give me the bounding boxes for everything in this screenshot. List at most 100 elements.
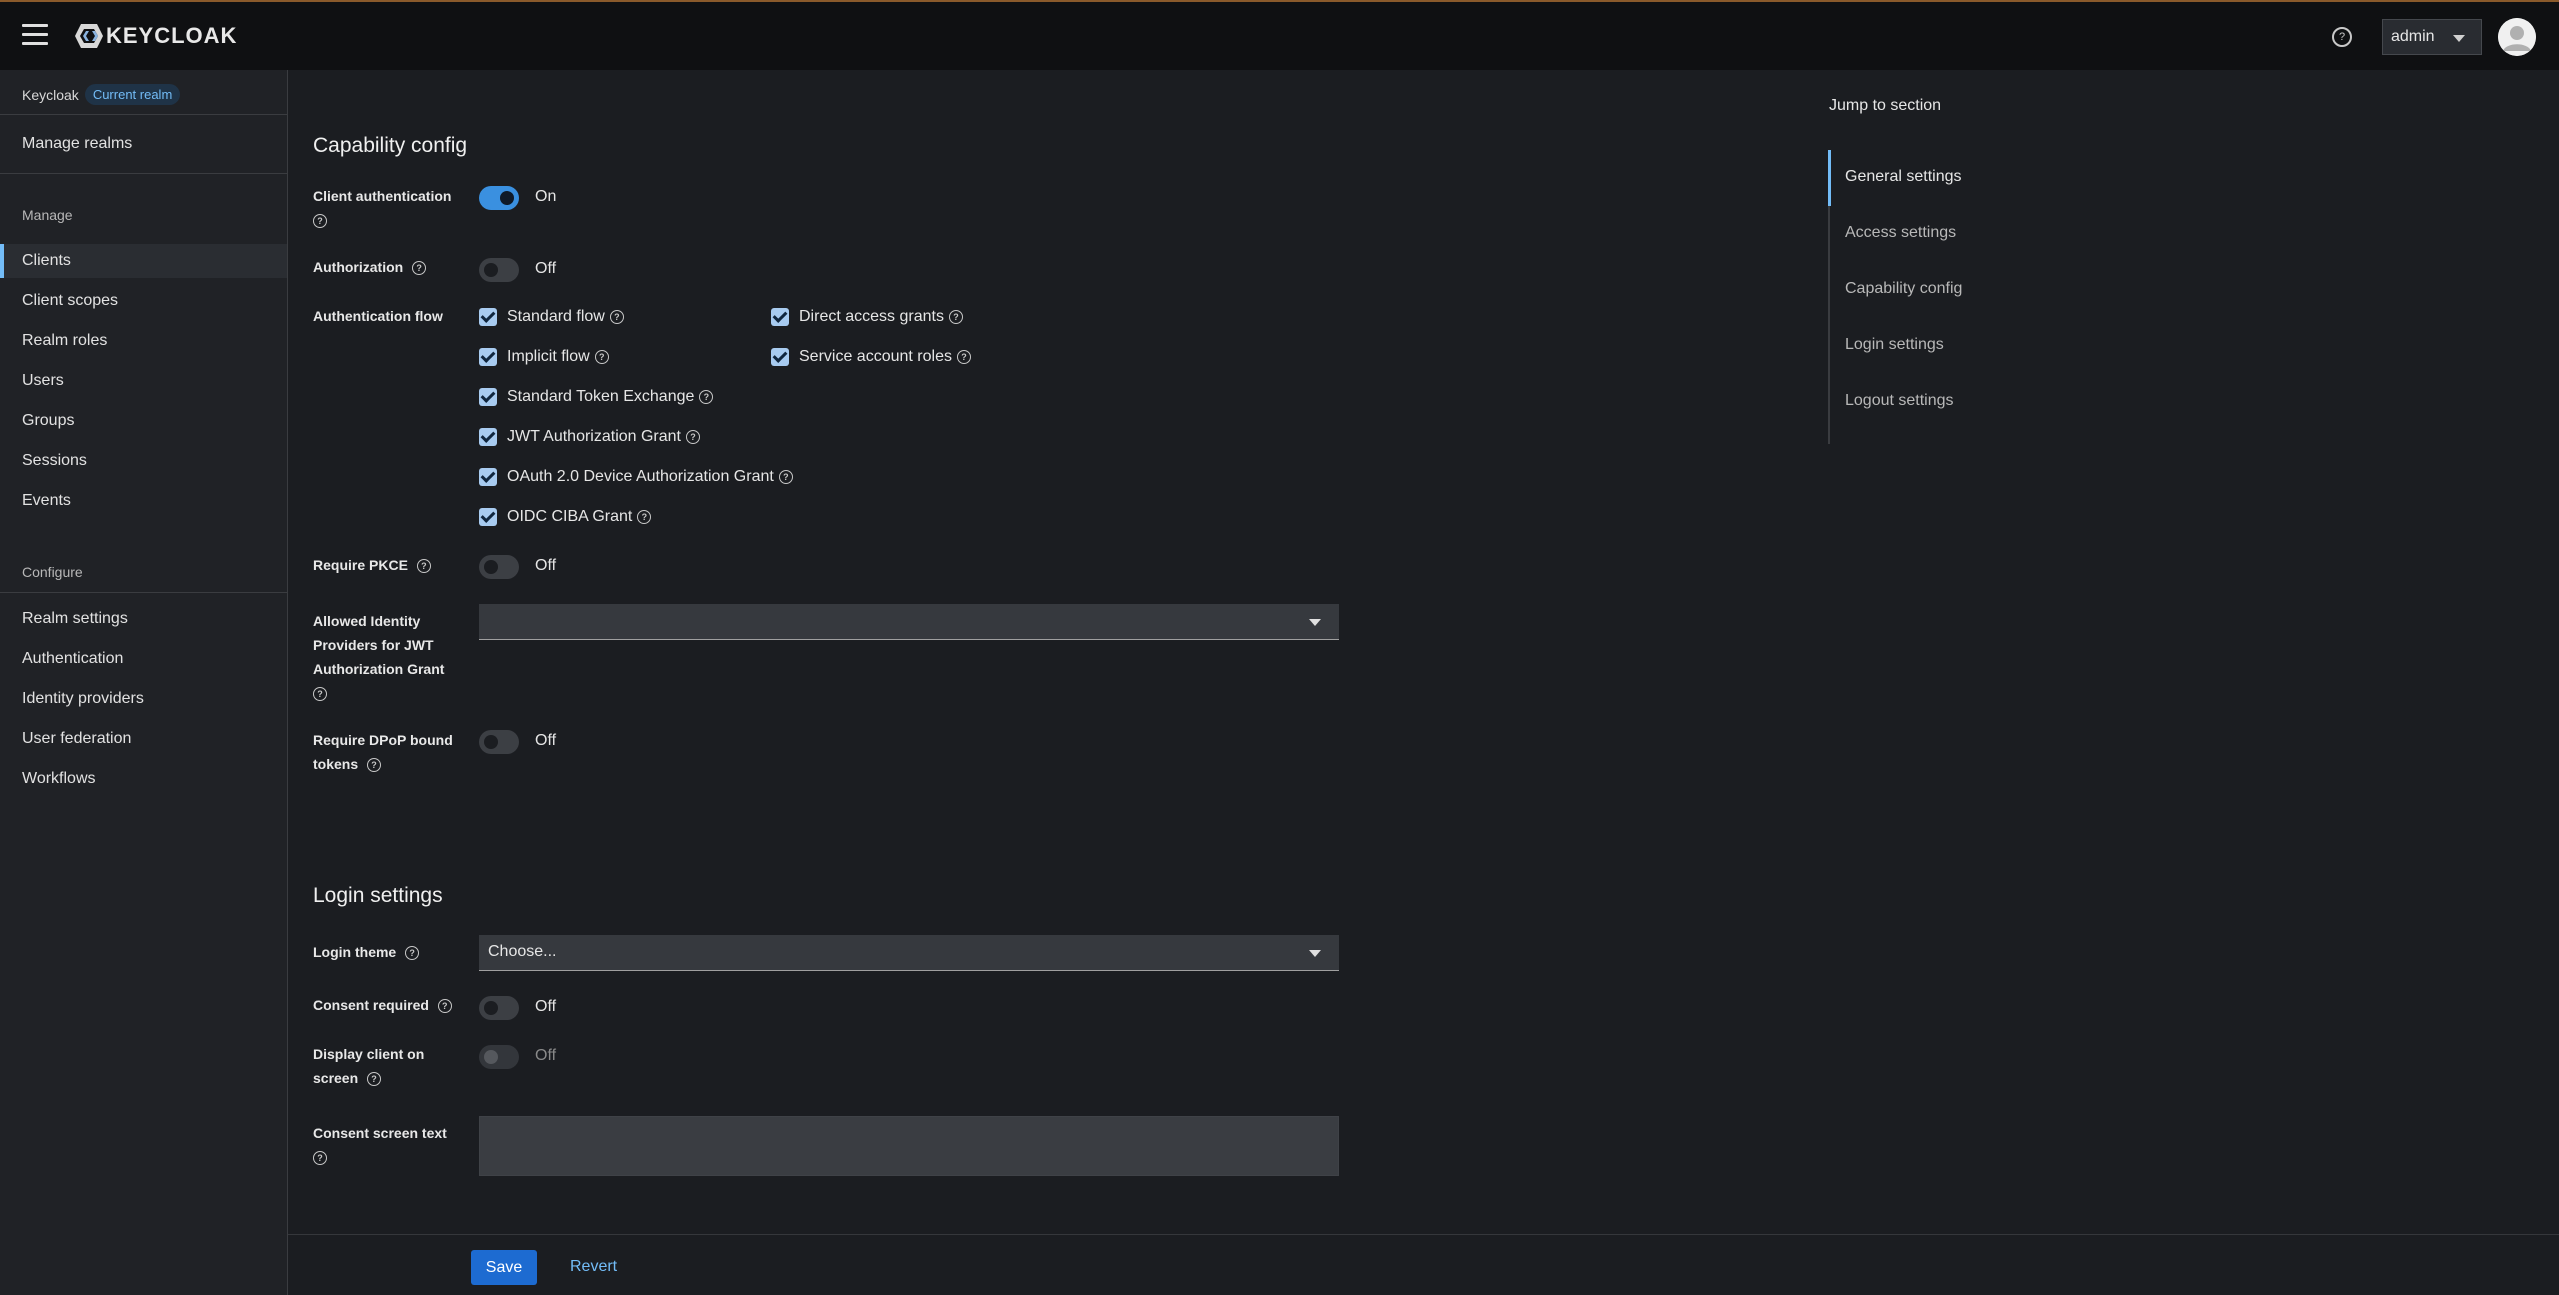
sidebar-item-identity-providers[interactable]: Identity providers <box>22 690 144 708</box>
display-client-switch[interactable] <box>479 1045 519 1069</box>
display-client-line-2: screen <box>313 1070 359 1086</box>
require-pkce-switch[interactable] <box>479 555 519 579</box>
oidc-ciba-grant-checkbox[interactable]: OIDC CIBA Grant ? <box>479 508 652 526</box>
help-icon[interactable]: ? <box>437 999 452 1014</box>
consent-required-state: Off <box>535 998 557 1015</box>
display-client-state: Off <box>535 1047 557 1064</box>
jump-login-settings[interactable]: Login settings <box>1845 336 1944 354</box>
checkbox-checked-icon <box>479 508 497 526</box>
sidebar-item-clients[interactable]: Clients <box>22 252 71 270</box>
help-icon[interactable]: ? <box>313 687 327 702</box>
checkbox-checked-icon <box>479 348 497 366</box>
login-theme-label: Login theme ? <box>313 940 420 964</box>
user-menu-toggle[interactable]: admin <box>2382 19 2482 55</box>
help-icon[interactable]: ? <box>367 1072 382 1087</box>
checkbox-checked-icon <box>479 468 497 486</box>
help-icon[interactable]: ? <box>416 559 431 574</box>
idp-label-line-2: Providers for JWT <box>313 637 434 653</box>
user-name: admin <box>2391 28 2435 45</box>
sidebar-item-realm-roles[interactable]: Realm roles <box>22 332 107 350</box>
jwt-authorization-grant-checkbox[interactable]: JWT Authorization Grant ? <box>479 428 700 446</box>
sidebar-item-groups[interactable]: Groups <box>22 412 74 430</box>
sidebar-item-realm-settings[interactable]: Realm settings <box>22 610 128 628</box>
login-theme-value: Choose... <box>488 943 557 960</box>
menu-icon[interactable] <box>22 24 48 46</box>
jump-general-settings[interactable]: General settings <box>1845 168 1962 186</box>
sidebar-item-client-scopes[interactable]: Client scopes <box>22 292 118 310</box>
help-icon[interactable]: ? <box>778 470 793 484</box>
implicit-flow-checkbox[interactable]: Implicit flow ? <box>479 348 609 366</box>
implicit-flow-label: Implicit flow <box>507 348 590 365</box>
save-button[interactable]: Save <box>471 1250 537 1285</box>
idp-label-line-3: Authorization Grant <box>313 661 445 677</box>
sidebar-item-events[interactable]: Events <box>22 492 71 510</box>
help-icon[interactable]: ? <box>405 946 420 961</box>
divider <box>0 173 287 174</box>
masthead: KEYCLOAK ? admin <box>0 0 2559 70</box>
sidebar-item-manage-realms[interactable]: Manage realms <box>22 135 132 153</box>
require-pkce-text: Require PKCE <box>313 557 408 573</box>
checkbox-checked-icon <box>771 308 789 326</box>
require-pkce-label: Require PKCE ? <box>313 553 431 577</box>
consent-required-switch[interactable] <box>479 996 519 1020</box>
device-authorization-grant-checkbox[interactable]: OAuth 2.0 Device Authorization Grant ? <box>479 468 793 486</box>
sidebar-item-authentication[interactable]: Authentication <box>22 650 123 668</box>
idp-label-line-1: Allowed Identity <box>313 613 421 629</box>
capability-config-title: Capability config <box>313 134 468 157</box>
help-icon[interactable]: ? <box>412 261 427 276</box>
help-icon[interactable]: ? <box>313 214 327 229</box>
login-theme-select[interactable]: Choose... <box>479 935 1339 971</box>
sidebar-item-users[interactable]: Users <box>22 372 64 390</box>
help-icon[interactable]: ? <box>2332 27 2352 47</box>
help-icon[interactable]: ? <box>948 310 963 324</box>
standard-token-exchange-checkbox[interactable]: Standard Token Exchange ? <box>479 388 714 406</box>
service-account-roles-checkbox[interactable]: Service account roles ? <box>771 348 971 366</box>
help-icon[interactable]: ? <box>637 510 652 524</box>
consent-screen-text-label: Consent screen text ? <box>313 1121 447 1169</box>
help-icon[interactable]: ? <box>367 758 382 773</box>
sidebar-item-sessions[interactable]: Sessions <box>22 452 87 470</box>
help-icon[interactable]: ? <box>686 430 700 444</box>
jwt-authorization-grant-label: JWT Authorization Grant <box>507 428 681 445</box>
allowed-identity-providers-select[interactable] <box>479 604 1339 640</box>
user-avatar-icon[interactable] <box>2498 18 2536 56</box>
display-client-label: Display client on screen ? <box>313 1042 424 1090</box>
jump-logout-settings[interactable]: Logout settings <box>1845 392 1954 410</box>
jump-to-section-title: Jump to section <box>1829 97 1942 114</box>
revert-button[interactable]: Revert <box>570 1258 617 1276</box>
jump-capability-config[interactable]: Capability config <box>1845 280 1962 298</box>
authentication-flow-label: Authentication flow <box>313 308 443 324</box>
sidebar-item-workflows[interactable]: Workflows <box>22 770 96 788</box>
client-authentication-switch[interactable] <box>479 186 519 210</box>
jump-access-settings[interactable]: Access settings <box>1845 224 1956 242</box>
help-icon[interactable]: ? <box>956 350 971 364</box>
authorization-state: Off <box>535 260 557 277</box>
service-account-roles-label: Service account roles <box>799 348 952 365</box>
display-client-line-1: Display client on <box>313 1046 425 1062</box>
require-dpop-label: Require DPoP bound tokens ? <box>313 728 453 776</box>
nav-group-manage: Manage <box>22 207 73 223</box>
help-icon[interactable]: ? <box>594 350 609 364</box>
sidebar-item-user-federation[interactable]: User federation <box>22 730 131 748</box>
help-icon[interactable]: ? <box>313 1151 327 1166</box>
main-content: Capability config Client authentication … <box>288 70 2559 1295</box>
require-pkce-state: Off <box>535 557 557 574</box>
require-dpop-switch[interactable] <box>479 730 519 754</box>
authorization-label: Authorization ? <box>313 255 427 279</box>
help-icon[interactable]: ? <box>609 310 624 324</box>
consent-required-label: Consent required ? <box>313 993 452 1017</box>
direct-access-grants-label: Direct access grants <box>799 308 944 325</box>
keycloak-logo[interactable]: KEYCLOAK <box>74 22 237 50</box>
checkbox-checked-icon <box>479 308 497 326</box>
checkbox-checked-icon <box>771 348 789 366</box>
jump-active-indicator <box>1828 150 1831 206</box>
consent-screen-text-input[interactable] <box>479 1116 1339 1176</box>
logo-text: KEYCLOAK <box>106 23 238 48</box>
dpop-label-line-2: tokens <box>313 756 359 772</box>
caret-down-icon <box>2453 35 2465 42</box>
help-icon[interactable]: ? <box>699 390 714 404</box>
standard-flow-checkbox[interactable]: Standard flow ? <box>479 308 624 326</box>
realm-selector[interactable]: Keycloak Current realm <box>22 84 181 105</box>
direct-access-grants-checkbox[interactable]: Direct access grants ? <box>771 308 963 326</box>
authorization-switch[interactable] <box>479 258 519 282</box>
